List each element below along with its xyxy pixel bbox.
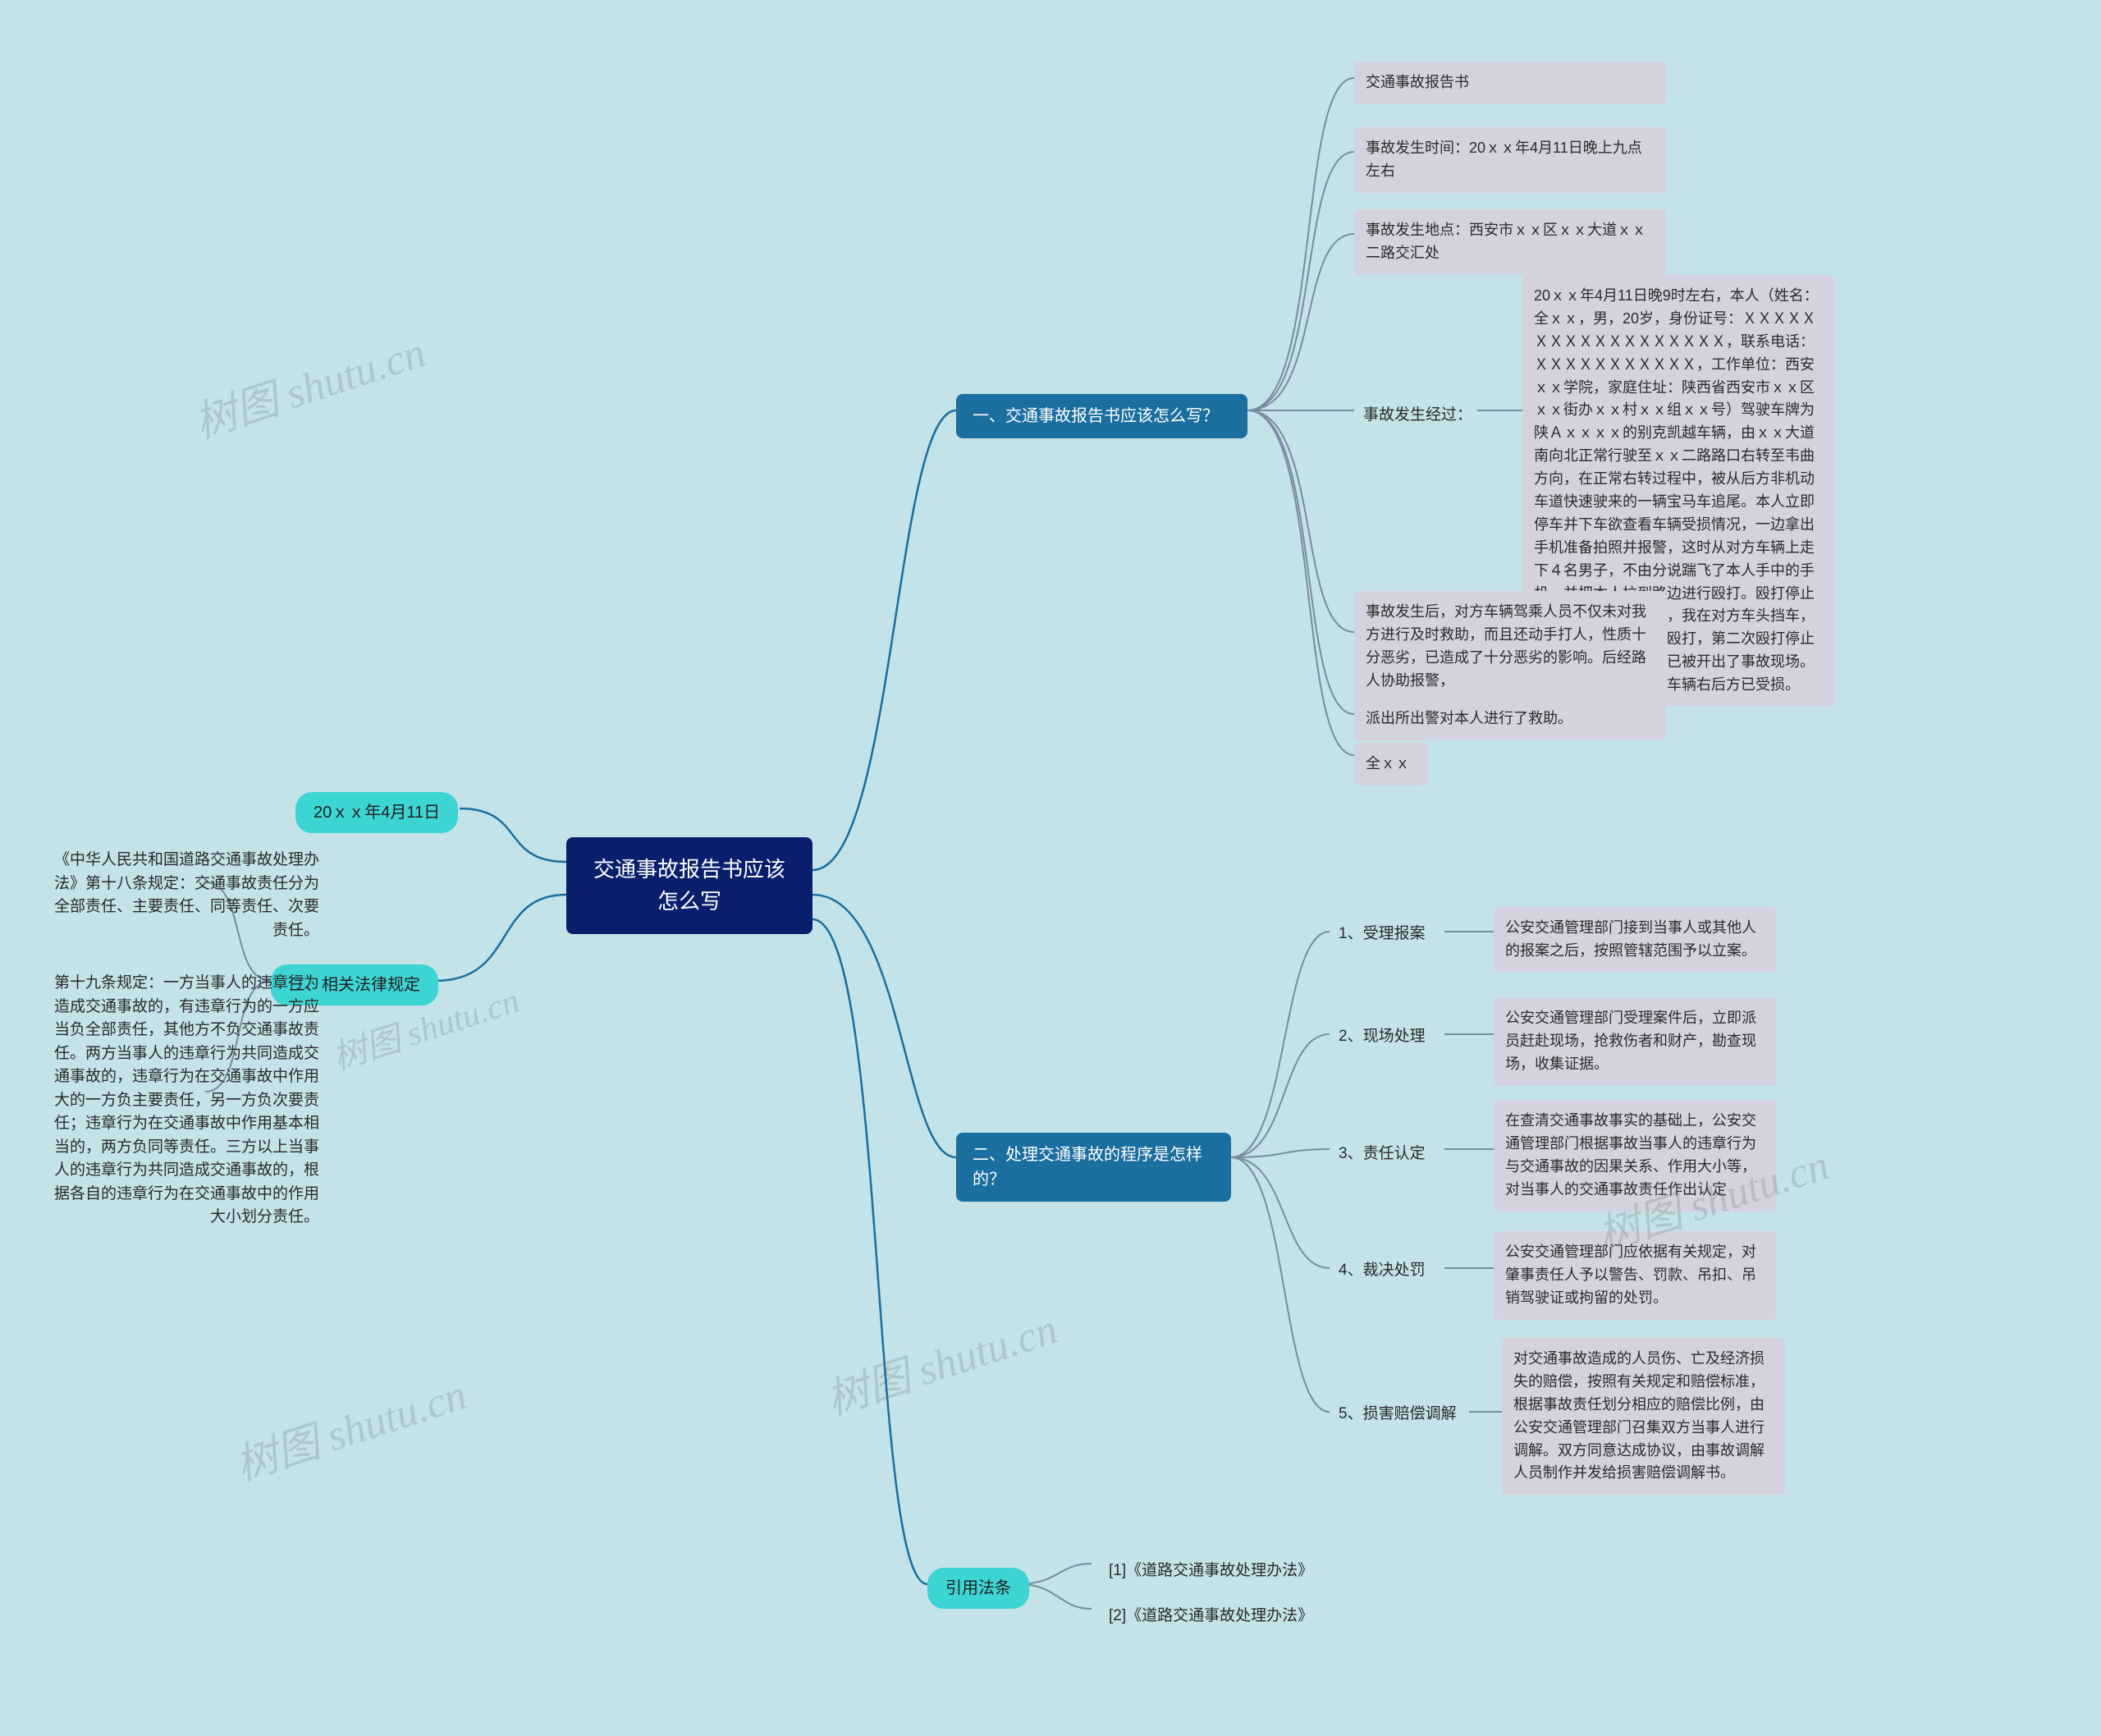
sec1-item-e[interactable]: 事故发生后，对方车辆驾乘人员不仅未对我方进行及时救助，而且还动手打人，性质十分恶… [1354, 591, 1666, 703]
section-2-title: 二、处理交通事故的程序是怎样的？ [973, 1146, 1202, 1189]
sec2-r1-label-text: 1、受理报案 [1339, 925, 1426, 942]
sec2-r1-label: 1、受理报案 [1334, 919, 1430, 950]
ref-1-text: [1]《道路交通事故处理办法》 [1109, 1562, 1313, 1579]
refs-node[interactable]: 引用法条 [927, 1568, 1029, 1609]
sec2-r1-body[interactable]: 公安交通管理部门接到当事人或其他人的报案之后，按照管辖范围予以立案。 [1494, 907, 1777, 973]
root-node[interactable]: 交通事故报告书应该怎么写 [566, 837, 812, 934]
sec2-r5-label: 5、损害赔偿调解 [1334, 1399, 1462, 1430]
ref-2: [2]《道路交通事故处理办法》 [1096, 1596, 1326, 1637]
sec1-item-b[interactable]: 事故发生时间：20ｘｘ年4月11日晚上九点左右 [1354, 127, 1666, 193]
refs-title: 引用法条 [945, 1579, 1011, 1597]
ref-1: [1]《道路交通事故处理办法》 [1096, 1551, 1326, 1592]
sec1-g-text: 全ｘｘ [1366, 755, 1410, 772]
sec2-r4-label: 4、裁决处罚 [1334, 1256, 1430, 1286]
root-label: 交通事故报告书应该怎么写 [593, 857, 785, 914]
section-1[interactable]: 一、交通事故报告书应该怎么写？ [956, 394, 1247, 438]
sec3-b: 第十九条规定：一方当事人的违章行为造成交通事故的，有违章行为的一方应当负全部责任… [45, 969, 324, 1233]
sec3-a-text: 《中华人民共和国道路交通事故处理办法》第十八条规定：交通事故责任分为全部责任、主… [54, 851, 319, 939]
sec1-b-text: 事故发生时间：20ｘｘ年4月11日晚上九点左右 [1366, 140, 1642, 179]
sec1-c-text: 事故发生地点：西安市ｘｘ区ｘｘ大道ｘｘ二路交汇处 [1366, 222, 1646, 261]
sec1-d-label: 事故发生经过： [1358, 401, 1477, 431]
sec1-item-c[interactable]: 事故发生地点：西安市ｘｘ区ｘｘ大道ｘｘ二路交汇处 [1354, 209, 1666, 275]
sec1-f-text: 派出所出警对本人进行了救助。 [1366, 710, 1572, 726]
sec2-r2-label-text: 2、现场处理 [1339, 1028, 1426, 1045]
sec3-b-text: 第十九条规定：一方当事人的违章行为造成交通事故的，有违章行为的一方应当负全部责任… [54, 974, 319, 1225]
sec1-e-text: 事故发生后，对方车辆驾乘人员不仅未对我方进行及时救助，而且还动手打人，性质十分恶… [1366, 603, 1646, 689]
sec1-a-text: 交通事故报告书 [1366, 74, 1469, 90]
watermark-text: 树图 shutu.cn [189, 329, 431, 447]
sec2-r3-body-text: 在查清交通事故事实的基础上，公安交通管理部门根据事故当事人的违章行为与交通事故的… [1505, 1112, 1756, 1198]
sec2-r4-body-text: 公安交通管理部门应依据有关规定，对肇事责任人予以警告、罚款、吊扣、吊销驾驶证或拘… [1505, 1244, 1756, 1306]
sec3-a: 《中华人民共和国道路交通事故处理办法》第十八条规定：交通事故责任分为全部责任、主… [45, 845, 324, 946]
watermark: 树图 shutu.cn [227, 1360, 474, 1492]
watermark-text: 树图 shutu.cn [230, 1372, 472, 1490]
sec2-r5-body-text: 对交通事故造成的人员伤、亡及经济损失的赔偿，按照有关规定和赔偿标准，根据事故责任… [1513, 1350, 1765, 1481]
sec2-r3-label: 3、责任认定 [1334, 1139, 1430, 1170]
sec2-r3-label-text: 3、责任认定 [1339, 1145, 1426, 1162]
sec2-r2-body[interactable]: 公安交通管理部门受理案件后，立即派员赶赴现场，抢救伤者和财产，勘查现场，收集证据… [1494, 997, 1777, 1086]
sec2-r4-label-text: 4、裁决处罚 [1339, 1262, 1426, 1279]
watermark: 树图 shutu.cn [185, 318, 433, 450]
sec2-r5-label-text: 5、损害赔偿调解 [1339, 1405, 1457, 1422]
watermark-text: 树图 shutu.cn [821, 1306, 1063, 1424]
sec2-r1-body-text: 公安交通管理部门接到当事人或其他人的报案之后，按照管辖范围予以立案。 [1505, 919, 1756, 959]
sec2-r2-label: 2、现场处理 [1334, 1022, 1430, 1052]
date-label: 20ｘｘ年4月11日 [314, 804, 440, 822]
sec2-r4-body[interactable]: 公安交通管理部门应依据有关规定，对肇事责任人予以警告、罚款、吊扣、吊销驾驶证或拘… [1494, 1231, 1777, 1320]
sec2-r2-body-text: 公安交通管理部门受理案件后，立即派员赶赴现场，抢救伤者和财产，勘查现场，收集证据… [1505, 1010, 1756, 1072]
section-1-title: 一、交通事故报告书应该怎么写？ [973, 407, 1219, 425]
ref-2-text: [2]《道路交通事故处理办法》 [1109, 1607, 1313, 1624]
sec1-d-label-text: 事故发生经过： [1363, 406, 1472, 424]
watermark: 树图 shutu.cn [817, 1294, 1064, 1427]
sec2-r3-body[interactable]: 在查清交通事故事实的基础上，公安交通管理部门根据事故当事人的违章行为与交通事故的… [1494, 1100, 1777, 1212]
section-2[interactable]: 二、处理交通事故的程序是怎样的？ [956, 1133, 1231, 1202]
date-node[interactable]: 20ｘｘ年4月11日 [295, 792, 458, 833]
sec1-item-f[interactable]: 派出所出警对本人进行了救助。 [1354, 698, 1666, 740]
sec1-item-g[interactable]: 全ｘｘ [1354, 743, 1428, 786]
sec1-item-a[interactable]: 交通事故报告书 [1354, 62, 1666, 104]
sec2-r5-body[interactable]: 对交通事故造成的人员伤、亡及经济损失的赔偿，按照有关规定和赔偿标准，根据事故责任… [1502, 1338, 1785, 1495]
